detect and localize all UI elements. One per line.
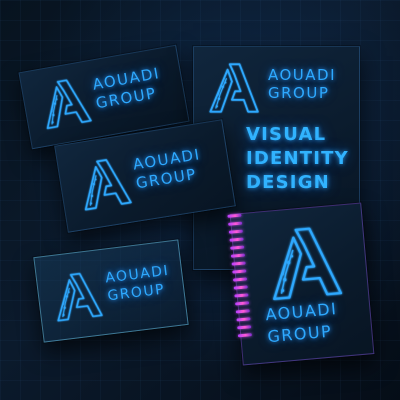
spiral-ring (230, 245, 245, 250)
headline-line3: DESIGN (246, 172, 330, 193)
brand-name-line1: AOUADI (268, 66, 337, 84)
letter-a-icon (49, 268, 105, 324)
identity-mockup-scene: AOUADI GROUP AOUADI GROUP VISUAL IDENTIT… (0, 0, 400, 400)
spiral-ring (237, 325, 252, 330)
business-card-bottom: AOUADI GROUP (33, 239, 189, 343)
spiral-ring (232, 277, 248, 282)
spiral-ring (230, 253, 246, 258)
letter-a-icon (74, 154, 133, 213)
spiral-ring (232, 269, 247, 274)
headline-line2: IDENTITY (246, 148, 349, 169)
spiral-ring (234, 293, 249, 298)
spiral-ring (229, 237, 244, 242)
spiral-ring (233, 285, 248, 290)
spiral-ring (227, 213, 242, 218)
brand-name-line2: GROUP (268, 84, 330, 102)
letter-a-icon (35, 74, 93, 132)
brand-name-line1: AOUADI (264, 299, 339, 325)
spiral-ring (228, 229, 243, 234)
letter-a-icon (262, 222, 344, 304)
spiral-ring (235, 309, 250, 314)
brand-name-line2: GROUP (266, 321, 334, 347)
spiral-ring (228, 221, 243, 226)
visual-identity-headline: VISUAL IDENTITY DESIGN (246, 123, 349, 195)
spiral-ring (231, 261, 246, 266)
spiral-ring (236, 317, 251, 322)
spiral-ring (235, 301, 250, 306)
spiral-ring (237, 333, 253, 338)
letter-a-icon (206, 61, 260, 115)
headline-line1: VISUAL (246, 124, 327, 145)
